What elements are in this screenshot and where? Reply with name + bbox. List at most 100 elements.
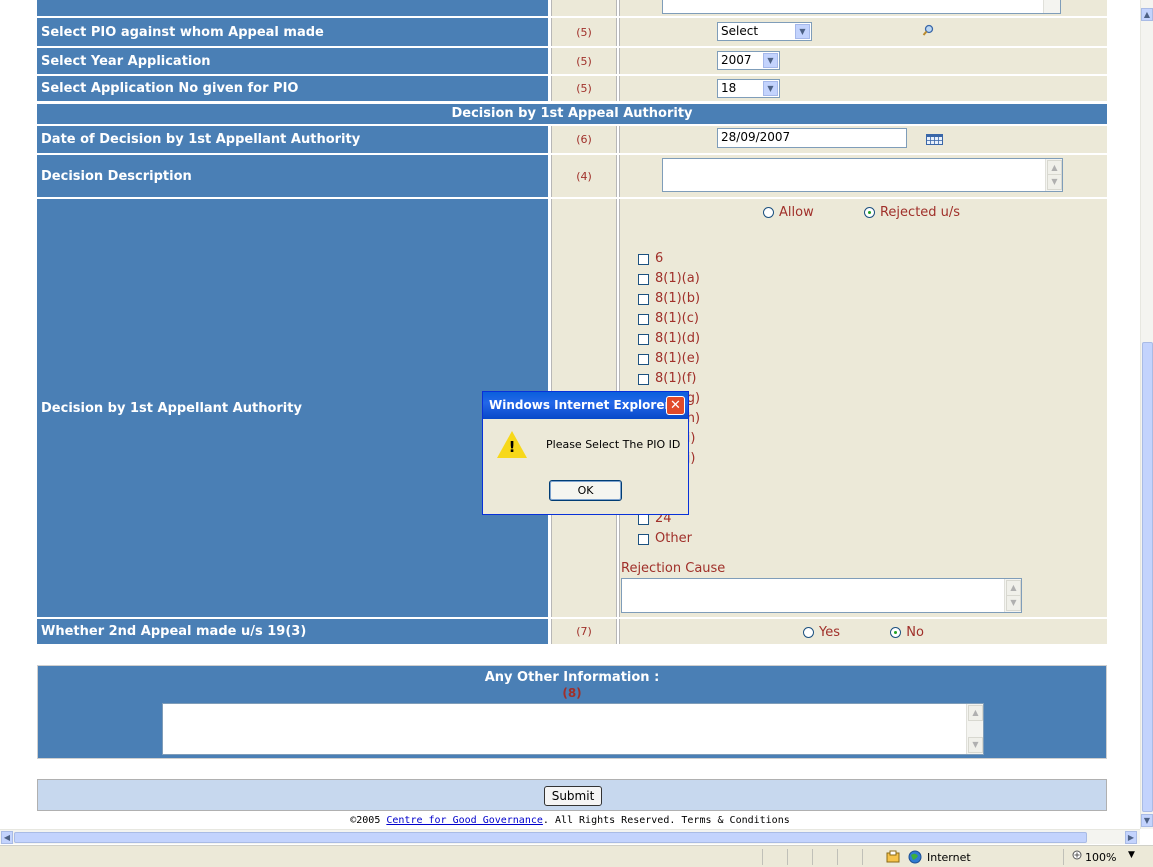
vertical-scroll-thumb[interactable] <box>1142 342 1153 812</box>
year-number: (5) <box>551 48 617 74</box>
checkbox-label: Other <box>655 531 692 546</box>
section-checkbox[interactable] <box>638 353 649 365</box>
section-checkbox[interactable] <box>638 293 649 305</box>
form-row-year: Select Year Application (5) 2007 ▼ <box>37 48 1107 74</box>
submit-bar: Submit <box>37 779 1107 811</box>
scroll-left-icon[interactable]: ◀ <box>1 831 13 844</box>
textarea-scrollbar[interactable]: ▲ ▼ <box>1045 159 1062 191</box>
rejection-cause-textarea[interactable]: ▲ ▼ <box>621 578 1022 613</box>
no-radio[interactable] <box>890 627 902 638</box>
rejected-radio-label: Rejected u/s <box>879 205 961 220</box>
zoom-icon[interactable] <box>1071 849 1083 866</box>
second-appeal-radio-group: Yes No <box>803 625 924 640</box>
decision-radio-group: Allow Rejected u/s <box>763 205 960 220</box>
section-checkbox[interactable] <box>638 513 649 525</box>
zoom-level[interactable]: 100% <box>1085 851 1116 864</box>
scroll-down-icon[interactable]: ▼ <box>1141 814 1153 827</box>
magnifier-icon[interactable] <box>922 24 934 41</box>
decision-date-input[interactable]: 28/09/2007 <box>717 128 907 148</box>
checkbox-row: 8(1)(e) <box>638 349 700 369</box>
pio-select-value: Select <box>721 24 759 38</box>
chevron-down-icon: ▼ <box>795 24 810 39</box>
application-no-select-value: 18 <box>721 81 737 95</box>
chevron-down-icon: ▼ <box>763 81 778 96</box>
dialog-title: Windows Internet Explorer <box>483 392 688 419</box>
second-appeal-number: (7) <box>551 619 617 644</box>
protected-mode-icon[interactable] <box>886 850 900 867</box>
allow-radio[interactable] <box>763 207 774 218</box>
second-appeal-label: Whether 2nd Appeal made u/s 19(3) <box>37 619 549 644</box>
decision-description-textarea[interactable]: ▲ ▼ <box>662 158 1063 192</box>
footer-rights: . All Rights Reserved. Terms & Condition… <box>542 815 790 826</box>
section-checkbox[interactable] <box>638 253 649 265</box>
checkbox-row: 8(1)(c) <box>638 309 699 329</box>
year-select[interactable]: 2007 ▼ <box>717 51 780 70</box>
other-information-textarea[interactable]: ▲ ▼ <box>162 703 984 755</box>
decision-date-value: 28/09/2007 <box>721 130 791 144</box>
alert-dialog: Windows Internet Explorer ✕ ! Please Sel… <box>482 391 689 515</box>
section-checkbox[interactable] <box>638 273 649 285</box>
other-information-panel: Any Other Information : (8) ▲ ▼ <box>37 665 1107 759</box>
globe-icon <box>908 850 922 867</box>
chevron-down-icon: ▼ <box>763 53 778 68</box>
section-heading-decision: Decision by 1st Appeal Authority <box>37 104 1107 124</box>
form-row-decision-date: Date of Decision by 1st Appellant Author… <box>37 126 1107 153</box>
dialog-message: Please Select The PIO ID <box>546 438 681 451</box>
year-select-value: 2007 <box>721 53 752 67</box>
checkbox-label: 8(1)(f) <box>655 371 697 386</box>
zoom-dropdown-icon[interactable]: ▼ <box>1128 850 1135 860</box>
checkbox-row: Other <box>638 529 692 549</box>
section-checkbox[interactable] <box>638 313 649 325</box>
textarea-scrollbar[interactable]: ▲ ▼ <box>1004 579 1021 612</box>
checkbox-label: 8(1)(b) <box>655 291 701 306</box>
decision-description-number: (4) <box>551 155 617 197</box>
horizontal-scrollbar[interactable]: ◀ ▶ <box>0 829 1140 844</box>
application-no-label: Select Application No given for PIO <box>37 76 549 101</box>
checkbox-row: 8(1)(b) <box>638 289 700 309</box>
checkbox-label: 8(1)(e) <box>655 351 700 366</box>
footer-link-cgg[interactable]: Centre for Good Governance <box>386 815 543 826</box>
decision-date-label: Date of Decision by 1st Appellant Author… <box>37 126 549 153</box>
section-checkbox[interactable] <box>638 533 649 545</box>
form-row-pio: Select PIO against whom Appeal made (5) … <box>37 18 1107 46</box>
calendar-icon[interactable] <box>926 134 943 149</box>
allow-radio-label: Allow <box>779 205 814 220</box>
rejection-cause-label: Rejection Cause <box>621 561 726 576</box>
vertical-scrollbar[interactable]: ▲ ▼ <box>1140 0 1153 829</box>
section-checkbox[interactable] <box>638 373 649 385</box>
checkbox-row: 8(1)(d) <box>638 329 700 349</box>
checkbox-label: 6 <box>655 251 664 266</box>
scroll-up-icon[interactable]: ▲ <box>1141 8 1153 21</box>
section-checkbox[interactable] <box>638 333 649 345</box>
pio-number: (5) <box>551 18 617 46</box>
decision-description-label: Decision Description <box>37 155 549 197</box>
checkbox-label: 8(1)(c) <box>655 311 699 326</box>
yes-radio[interactable] <box>803 627 814 638</box>
decision-label: Decision by 1st Appellant Authority <box>37 199 549 617</box>
no-radio-label: No <box>906 625 924 640</box>
scroll-right-icon[interactable]: ▶ <box>1125 831 1137 844</box>
application-no-select[interactable]: 18 ▼ <box>717 79 780 98</box>
form-row-decision-description: Decision Description (4) ▲ ▼ <box>37 155 1107 197</box>
checkbox-row: 6 <box>638 249 663 269</box>
checkbox-label: 8(1)(d) <box>655 331 701 346</box>
previous-textarea[interactable] <box>662 0 1061 14</box>
pio-label: Select PIO against whom Appeal made <box>37 18 549 46</box>
textarea-scrollbar[interactable]: ▲ ▼ <box>966 704 983 754</box>
other-information-label: Any Other Information : <box>484 670 660 685</box>
close-icon[interactable]: ✕ <box>666 396 685 415</box>
rejected-radio[interactable] <box>863 207 875 218</box>
yes-radio-label: Yes <box>819 625 840 640</box>
form-row-top-partial <box>37 0 1107 16</box>
browser-page: Select PIO against whom Appeal made (5) … <box>0 0 1140 829</box>
other-information-number: (8) <box>562 686 582 700</box>
decision-date-number: (6) <box>551 126 617 153</box>
submit-button[interactable]: Submit <box>544 786 602 806</box>
ok-button[interactable]: OK <box>549 480 622 501</box>
pio-select[interactable]: Select ▼ <box>717 22 812 41</box>
footer: ©2005 Centre for Good Governance. All Ri… <box>0 815 1140 826</box>
form-row-application-no: Select Application No given for PIO (5) … <box>37 76 1107 101</box>
footer-copyright: ©2005 <box>350 815 387 826</box>
horizontal-scroll-thumb[interactable] <box>14 832 1087 843</box>
application-no-number: (5) <box>551 76 617 101</box>
